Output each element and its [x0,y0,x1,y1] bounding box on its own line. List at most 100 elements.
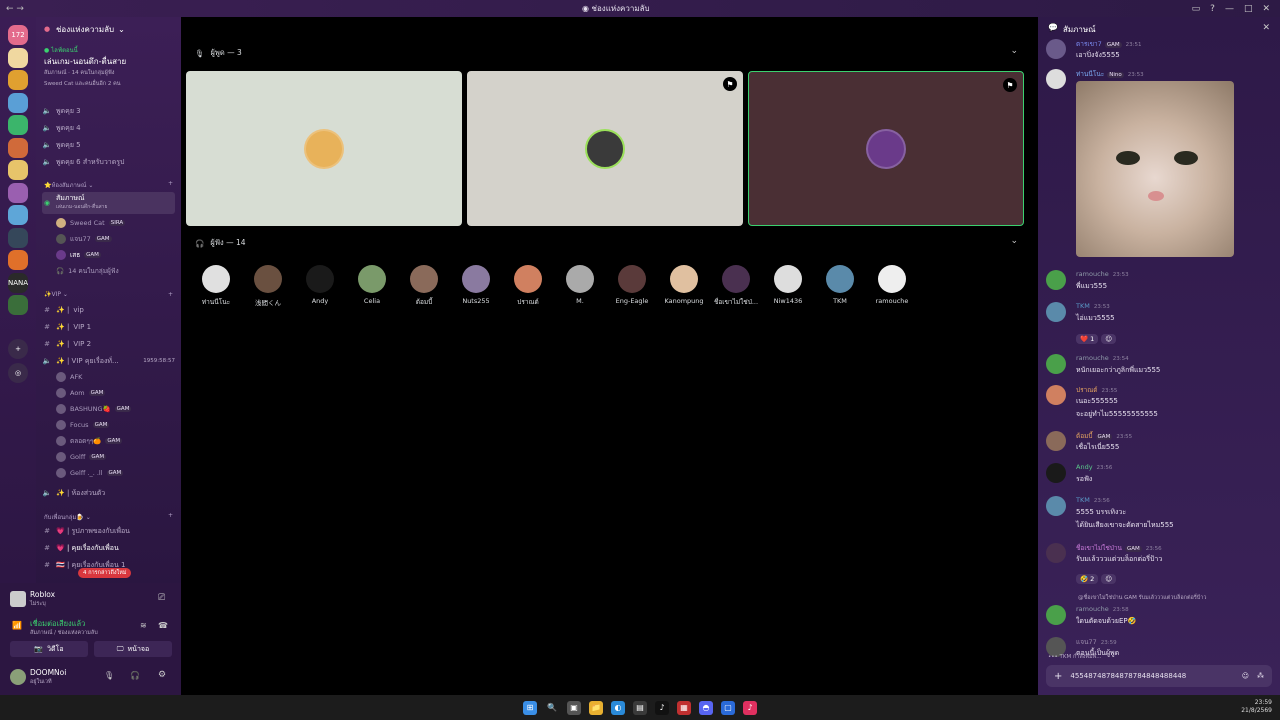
edge-icon[interactable]: ◐ [611,700,625,715]
server-icon[interactable] [8,250,28,270]
voice-location[interactable]: สัมภาษณ์ / ช่องแห่งความลับ [30,629,98,637]
message-author[interactable]: แจน77 23:59 [1076,637,1117,647]
new-mentions-pill[interactable]: 4 การกล่าวถึงใหม่ [78,568,132,578]
voice-user[interactable]: Aom GAM [56,386,175,400]
channel-talk-4[interactable]: 🔈 พูดคุย 4 [42,121,175,135]
message-input-text[interactable]: 45548748784878784848488448 [1070,672,1233,680]
maximize-button[interactable]: □ [1244,4,1253,14]
voice-user[interactable]: AFK [56,370,175,384]
avatar[interactable] [1046,39,1066,59]
message-author[interactable]: ตารเขา7 GAM 23:51 [1076,39,1141,49]
voice-user[interactable]: ตลอดๆๆ🍊 GAM [56,434,175,448]
audience-count[interactable]: 🎧 14 คนในกลุ่มผู้ฟัง [56,264,175,278]
app-icon[interactable]: ▦ [677,700,691,715]
avatar[interactable] [1046,605,1066,625]
server-icon[interactable] [8,47,28,68]
search-icon[interactable]: 🔍 [545,701,559,715]
voice-user[interactable]: Gelff ._. .ll GAM [56,466,175,480]
message-author[interactable]: Andy 23:56 [1076,463,1112,471]
voice-user[interactable]: Focus GAM [56,418,175,432]
listener[interactable]: TKM [814,265,866,305]
server-icon[interactable] [8,227,28,248]
tiktok-icon[interactable]: ♪ [655,700,669,715]
start-icon[interactable]: ⊞ [523,700,537,715]
apps-icon[interactable]: ⁂ [1257,672,1264,680]
close-icon[interactable]: ✕ [1262,23,1270,33]
server-icon[interactable] [8,115,28,135]
listener[interactable]: ท่านนีโนะ [190,265,242,307]
reply-preview[interactable]: @ชื่อเขาไม่ใช่ป่าน GAM รับมเล้วววแต่วบล็… [1078,594,1206,602]
app-icon[interactable]: ▢ [721,700,735,715]
add-reaction-icon[interactable]: ☺ [1101,334,1117,344]
server-icon[interactable] [8,137,28,158]
server-icon[interactable] [8,92,28,113]
disconnect-icon[interactable]: ☎ [158,621,168,630]
clock[interactable]: 23:59 21/8/2569 [1241,699,1272,715]
listeners-header[interactable]: 🎧 ผู้ฟัง — 14 [195,237,246,249]
server-icon[interactable] [8,182,28,203]
plus-icon[interactable]: + [1054,671,1062,682]
message-author[interactable]: ท่านนีโนะ Nino 23:53 [1076,69,1144,79]
listener[interactable]: ramouche [866,265,918,305]
tiktok-icon[interactable]: ♪ [743,700,757,715]
avatar[interactable] [1046,270,1066,290]
channel-private[interactable]: 🔈 ✨ | ห้องส่วนตัว [42,486,175,500]
avatar[interactable] [1046,385,1066,405]
avatar[interactable] [1046,69,1066,89]
explorer-icon[interactable]: 📁 [589,700,603,715]
server-icon[interactable]: NANA [8,272,28,293]
chevron-down-icon[interactable]: ⌄ [1010,236,1018,246]
message-author[interactable]: ปราณต์ 23:55 [1076,385,1117,395]
add-reaction-icon[interactable]: ☺ [1101,574,1117,584]
chevron-down-icon[interactable]: ⌄ [1010,46,1018,56]
cat-image[interactable] [1076,81,1234,257]
message-input[interactable]: + 45548748784878784848488448 ☺ ⁂ [1046,665,1272,687]
listener[interactable]: Kanompung [658,265,710,305]
channel-friend-pics[interactable]: # 💗 | รูปภาพของกับเพื่อน [42,524,175,538]
listener[interactable]: Eng-Eagle [606,265,658,305]
screen-share-icon[interactable]: ⎚ [158,593,165,603]
event-title[interactable]: เล่นเกม-นอนดึก-ตื่นสาย [44,55,126,68]
stage-user[interactable]: เสธ GAM [56,248,175,262]
speakers-header[interactable]: 🎙 ผู้พูด — 3 [195,47,242,59]
message-author[interactable]: ramouche 23:53 [1076,270,1129,278]
listener[interactable]: M. [554,265,606,305]
inbox-icon[interactable]: ▭ [1192,4,1201,14]
category-friends[interactable]: กับเพื่อนกลุ่ม🍺 ⌄ + [44,512,173,522]
plus-icon[interactable]: + [168,180,173,190]
channel-friend-chat[interactable]: # 💗 | คุยเรื่องกับเพื่อน [42,541,175,555]
listener[interactable]: Nuts255 [450,265,502,305]
server-icon[interactable] [8,70,28,90]
channel-vip-2[interactable]: # ✨ | VIP 2 [42,337,175,351]
microphone-icon[interactable]: 🎙 [104,671,114,680]
voice-user[interactable]: Golff GAM [56,450,175,464]
channel-vip[interactable]: # ✨ | vip [42,303,175,317]
listener[interactable]: ปราณต์ [502,265,554,307]
listener[interactable]: ชื่อเขาไม่ใช่ป่... [710,265,762,307]
channel-talk-5[interactable]: 🔈 พูดคุย 5 [42,138,175,152]
avatar[interactable] [1046,354,1066,374]
message-author[interactable]: ชื่อเขาไม่ใช่ป่าน GAM 23:56 [1076,543,1162,553]
noise-suppression-icon[interactable]: ≋ [140,621,147,630]
message-author[interactable]: ramouche 23:58 [1076,605,1129,613]
speaker-tile[interactable] [186,71,462,226]
task-view-icon[interactable]: ▣ [567,700,581,715]
avatar[interactable] [1046,302,1066,322]
message-author[interactable]: ramouche 23:54 [1076,354,1129,362]
gear-icon[interactable]: ⚙ [158,670,166,680]
avatar[interactable] [1046,431,1066,451]
server-icon[interactable] [8,205,28,225]
server-icon[interactable] [8,295,28,315]
username[interactable]: DOOMNoi [30,668,66,677]
listener[interactable]: Andy [294,265,346,305]
plus-icon[interactable]: + [168,291,173,298]
plus-icon[interactable]: + [168,512,173,522]
category-vip[interactable]: ✨VIP ⌄ + [44,291,173,298]
listener[interactable]: ต้อมบี้ [398,265,450,307]
speaker-tile[interactable]: ⚑ [467,71,743,226]
explore-icon[interactable]: ◎ [8,363,28,383]
close-button[interactable]: ✕ [1262,4,1270,14]
emoji-icon[interactable]: ☺ [1242,672,1249,680]
channel-vip-voice[interactable]: 🔈 ✨ | VIP คุยเรื่องทั่... 1959:58:57 [42,354,175,368]
server-icon[interactable]: 172 [8,25,28,45]
